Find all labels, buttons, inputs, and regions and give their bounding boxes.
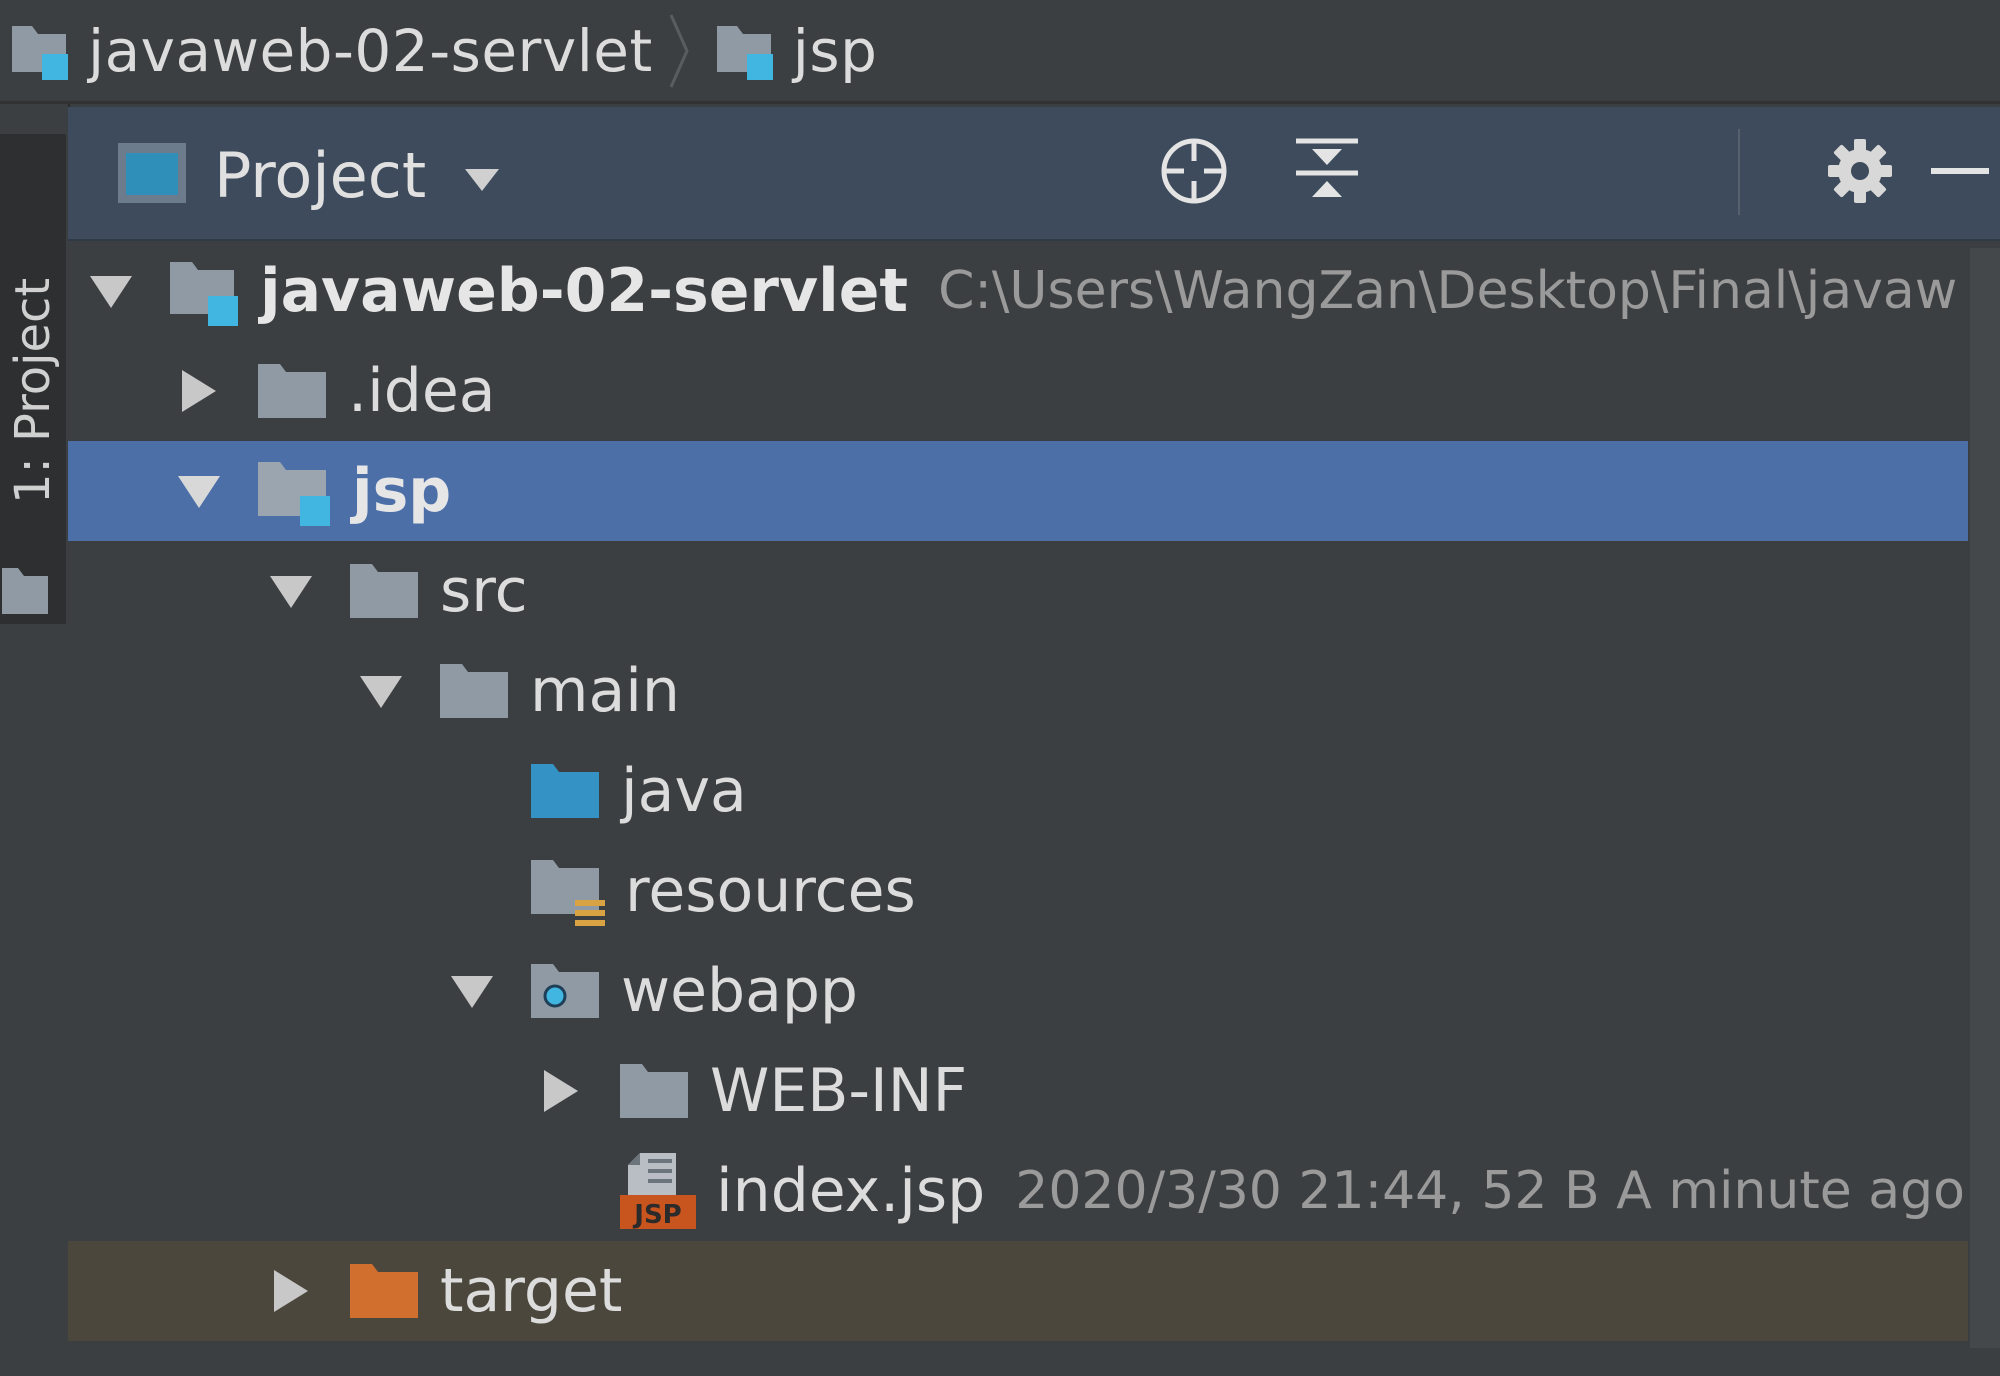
web-folder-icon xyxy=(531,964,599,1018)
locate-icon xyxy=(1161,138,1227,204)
collapse-all-icon xyxy=(1296,138,1358,197)
chevron-right-icon[interactable] xyxy=(536,1066,586,1116)
tree-row-target[interactable]: target xyxy=(68,1241,1968,1341)
folder-icon xyxy=(440,664,508,718)
tree-row-label: webapp xyxy=(621,956,859,1026)
chevron-down-icon[interactable] xyxy=(356,666,406,716)
module-folder-icon xyxy=(258,462,330,526)
project-view-selector[interactable]: Project xyxy=(214,139,426,212)
tree-scrollbar[interactable] xyxy=(1970,248,2000,1348)
project-tool-tab[interactable]: 1: Project xyxy=(0,134,66,624)
tree-row-main[interactable]: main xyxy=(68,641,1968,741)
module-folder-icon xyxy=(170,262,238,326)
tree-row-file-info: 2020/3/30 21:44, 52 B A minute ago xyxy=(1015,1161,1965,1221)
source-folder-icon xyxy=(531,764,599,818)
tree-row-java[interactable]: java xyxy=(68,741,1968,841)
gear-icon xyxy=(1828,139,1892,203)
collapse-all-button[interactable] xyxy=(1287,131,1367,211)
tree-row-label: index.jsp xyxy=(716,1156,986,1226)
breadcrumb-label: jsp xyxy=(792,16,878,85)
project-tree: javaweb-02-servlet C:\Users\WangZan\Desk… xyxy=(68,241,1968,1376)
module-folder-icon xyxy=(12,25,68,80)
module-folder-icon xyxy=(716,25,773,80)
tree-row-jsp[interactable]: jsp xyxy=(68,441,1968,541)
chevron-right-icon[interactable] xyxy=(266,1266,316,1316)
chevron-down-icon[interactable] xyxy=(86,266,136,316)
tree-bottom-edge xyxy=(68,1352,2000,1376)
resources-folder-icon xyxy=(531,860,605,926)
breadcrumb-separator-icon xyxy=(669,13,689,88)
folder-icon xyxy=(2,568,48,614)
tree-row-webapp[interactable]: webapp xyxy=(68,941,1968,1041)
minimize-button[interactable] xyxy=(1920,131,2000,211)
jsp-file-icon: JSP xyxy=(620,1153,696,1230)
breadcrumb-item-project[interactable]: javaweb-02-servlet xyxy=(10,17,653,85)
chevron-down-icon[interactable] xyxy=(266,566,316,616)
folder-icon xyxy=(620,1064,688,1118)
chevron-down-icon[interactable] xyxy=(447,966,497,1016)
tree-row-javaweb-02-servlet[interactable]: javaweb-02-servlet C:\Users\WangZan\Desk… xyxy=(68,241,1968,341)
tree-row-idea[interactable]: .idea xyxy=(68,341,1968,441)
tree-row-label: WEB-INF xyxy=(710,1056,968,1126)
tree-row-label: java xyxy=(621,756,747,826)
chevron-down-icon[interactable] xyxy=(174,466,224,516)
left-tool-strip: 1: Project xyxy=(0,104,70,1376)
excluded-folder-icon xyxy=(350,1264,418,1318)
tree-row-label: .idea xyxy=(348,356,496,426)
breadcrumb-label: javaweb-02-servlet xyxy=(88,16,653,85)
project-tool-tab-label: 1: Project xyxy=(5,277,61,504)
chevron-down-icon[interactable] xyxy=(463,167,501,193)
tree-row-label: javaweb-02-servlet xyxy=(260,256,909,326)
breadcrumb: javaweb-02-servlet jsp xyxy=(0,0,2000,104)
locate-button[interactable] xyxy=(1154,131,1234,211)
tree-row-index-jsp[interactable]: JSP index.jsp 2020/3/30 21:44, 52 B A mi… xyxy=(68,1141,1968,1241)
header-divider xyxy=(1738,129,1740,215)
project-tool-window-header: Project xyxy=(68,107,2000,241)
folder-icon xyxy=(258,364,326,418)
tree-row-src[interactable]: src xyxy=(68,541,1968,641)
tree-row-path: C:\Users\WangZan\Desktop\Final\javaw xyxy=(938,261,1958,321)
minimize-icon xyxy=(1931,168,1989,174)
tree-row-label: resources xyxy=(625,856,916,926)
tree-row-label: jsp xyxy=(352,456,452,526)
breadcrumb-item-jsp[interactable]: jsp xyxy=(715,17,878,85)
settings-button[interactable] xyxy=(1820,131,1900,211)
svg-text:JSP: JSP xyxy=(632,1200,681,1230)
folder-icon xyxy=(350,564,418,618)
tree-row-web-inf[interactable]: WEB-INF xyxy=(68,1041,1968,1141)
tree-row-label: main xyxy=(530,656,680,726)
tree-row-label: target xyxy=(440,1256,623,1326)
project-view-icon xyxy=(118,143,186,203)
tree-row-label: src xyxy=(440,556,528,626)
tree-row-resources[interactable]: resources xyxy=(68,841,1968,941)
chevron-right-icon[interactable] xyxy=(174,366,224,416)
